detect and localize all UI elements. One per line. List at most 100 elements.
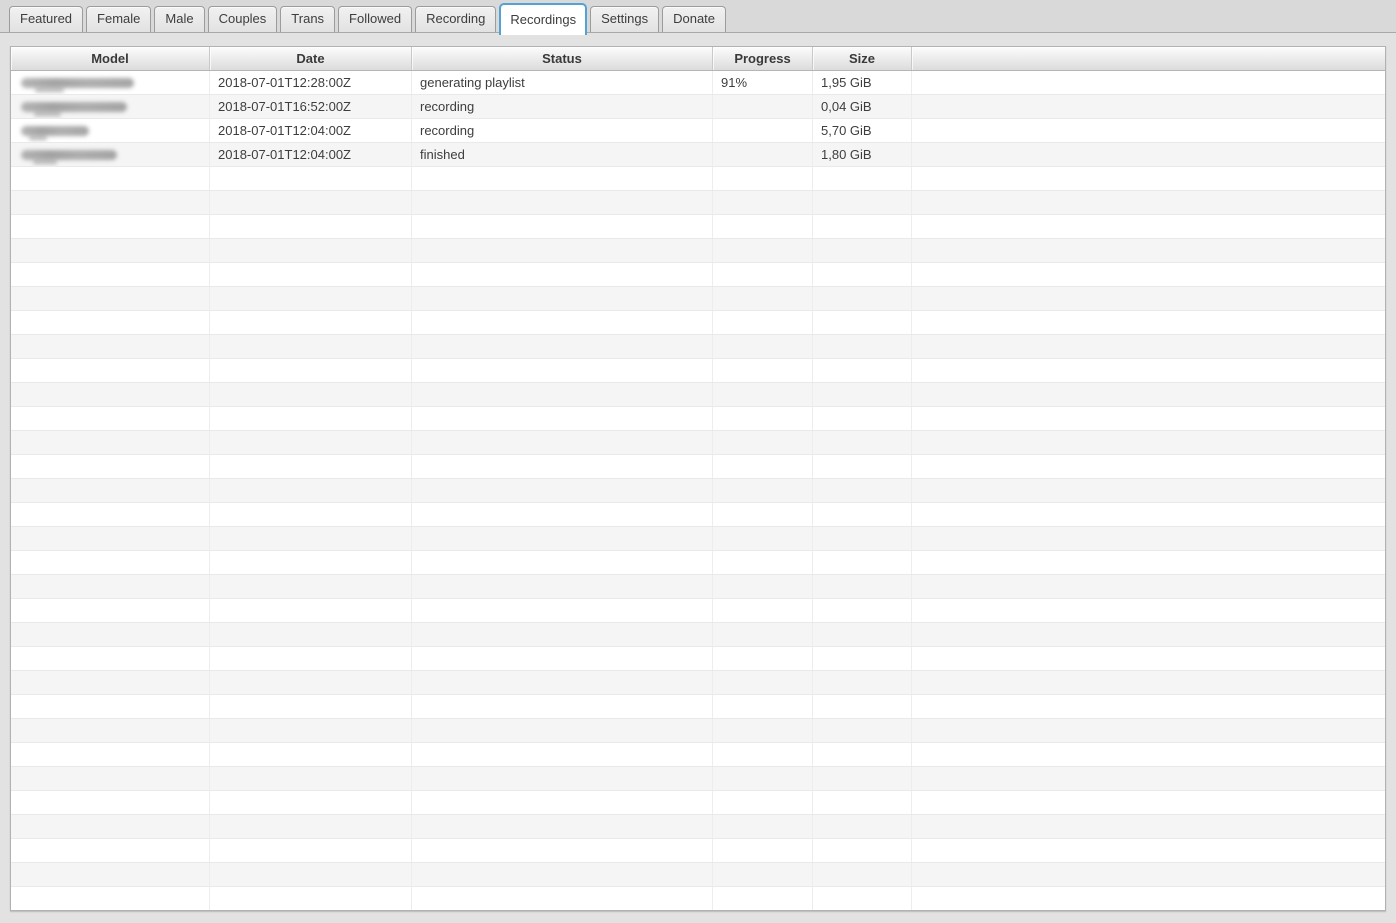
column-header-size[interactable]: Size (813, 47, 912, 70)
column-header-label: Size (848, 51, 875, 66)
empty-cell (912, 647, 1385, 670)
empty-cell (11, 743, 210, 766)
empty-cell (713, 863, 813, 886)
empty-cell (912, 527, 1385, 550)
empty-table-row (11, 719, 1385, 743)
empty-cell (210, 167, 412, 190)
empty-table-row (11, 743, 1385, 767)
empty-cell (412, 287, 713, 310)
empty-table-row (11, 863, 1385, 887)
redacted-model-name (21, 101, 127, 116)
column-header-label: Model (91, 51, 129, 66)
empty-cell (11, 215, 210, 238)
empty-cell (713, 599, 813, 622)
empty-table-row (11, 695, 1385, 719)
empty-cell (412, 311, 713, 334)
redacted-model-name (21, 125, 89, 140)
table-row[interactable]: 2018-07-01T12:04:00Z finished 1,80 GiB (11, 143, 1385, 167)
tab-recordings[interactable]: Recordings (499, 3, 588, 35)
empty-cell (412, 743, 713, 766)
tab-couples[interactable]: Couples (207, 6, 278, 32)
empty-cell (813, 719, 912, 742)
empty-cell (912, 359, 1385, 382)
empty-cell (713, 455, 813, 478)
tab-recording[interactable]: Recording (415, 6, 497, 32)
empty-cell (412, 575, 713, 598)
redacted-model-name (21, 149, 117, 164)
empty-table-row (11, 887, 1385, 910)
empty-cell (11, 839, 210, 862)
empty-cell (912, 239, 1385, 262)
empty-cell (813, 863, 912, 886)
column-header-extra[interactable] (912, 47, 1385, 70)
tab-settings[interactable]: Settings (590, 6, 660, 32)
empty-cell (912, 863, 1385, 886)
empty-cell (912, 335, 1385, 358)
empty-cell (11, 695, 210, 718)
empty-cell (813, 623, 912, 646)
tab-male[interactable]: Male (154, 6, 205, 32)
column-header-progress[interactable]: Progress (713, 47, 813, 70)
empty-cell (912, 167, 1385, 190)
empty-cell (912, 455, 1385, 478)
cell-extra (912, 71, 1385, 94)
tab-featured[interactable]: Featured (9, 6, 84, 32)
cell-size: 1,80 GiB (813, 143, 912, 166)
empty-cell (412, 695, 713, 718)
empty-cell (412, 527, 713, 550)
table-row[interactable]: 2018-07-01T12:28:00Z generating playlist… (11, 71, 1385, 95)
empty-cell (11, 167, 210, 190)
empty-cell (912, 503, 1385, 526)
tab-followed[interactable]: Followed (338, 6, 413, 32)
empty-cell (813, 239, 912, 262)
tab-trans[interactable]: Trans (280, 6, 336, 32)
empty-cell (813, 575, 912, 598)
empty-cell (412, 671, 713, 694)
empty-table-row (11, 359, 1385, 383)
empty-cell (11, 383, 210, 406)
empty-cell (11, 575, 210, 598)
empty-cell (813, 263, 912, 286)
empty-cell (210, 767, 412, 790)
tab-label: Female (97, 11, 141, 26)
empty-cell (912, 887, 1385, 910)
app-window: Featured Female Male Couples Trans Followed Re… (0, 0, 1396, 923)
empty-cell (412, 551, 713, 574)
empty-cell (412, 767, 713, 790)
empty-cell (11, 359, 210, 382)
empty-cell (912, 743, 1385, 766)
table-row[interactable]: 2018-07-01T12:04:00Z recording 5,70 GiB (11, 119, 1385, 143)
column-header-date[interactable]: Date (210, 47, 412, 70)
cell-date: 2018-07-01T12:04:00Z (210, 143, 412, 166)
empty-cell (713, 191, 813, 214)
empty-cell (912, 599, 1385, 622)
tab-donate[interactable]: Donate (662, 6, 727, 32)
empty-cell (912, 431, 1385, 454)
empty-table-row (11, 767, 1385, 791)
empty-cell (11, 239, 210, 262)
empty-cell (210, 359, 412, 382)
empty-table-row (11, 263, 1385, 287)
empty-cell (713, 623, 813, 646)
empty-table-row (11, 623, 1385, 647)
empty-cell (713, 503, 813, 526)
empty-cell (210, 335, 412, 358)
table-row[interactable]: 2018-07-01T16:52:00Z recording 0,04 GiB (11, 95, 1385, 119)
empty-cell (11, 191, 210, 214)
empty-cell (210, 455, 412, 478)
empty-cell (210, 719, 412, 742)
tab-female[interactable]: Female (86, 6, 152, 32)
tab-label: Donate (673, 11, 716, 26)
empty-table-row (11, 815, 1385, 839)
empty-cell (813, 791, 912, 814)
empty-cell (713, 719, 813, 742)
column-header-model[interactable]: Model (11, 47, 210, 70)
tab-label: Followed (349, 11, 402, 26)
empty-table-row (11, 479, 1385, 503)
empty-cell (912, 287, 1385, 310)
empty-cell (210, 695, 412, 718)
empty-cell (713, 335, 813, 358)
empty-table-row (11, 791, 1385, 815)
column-header-label: Progress (734, 51, 791, 66)
column-header-status[interactable]: Status (412, 47, 713, 70)
